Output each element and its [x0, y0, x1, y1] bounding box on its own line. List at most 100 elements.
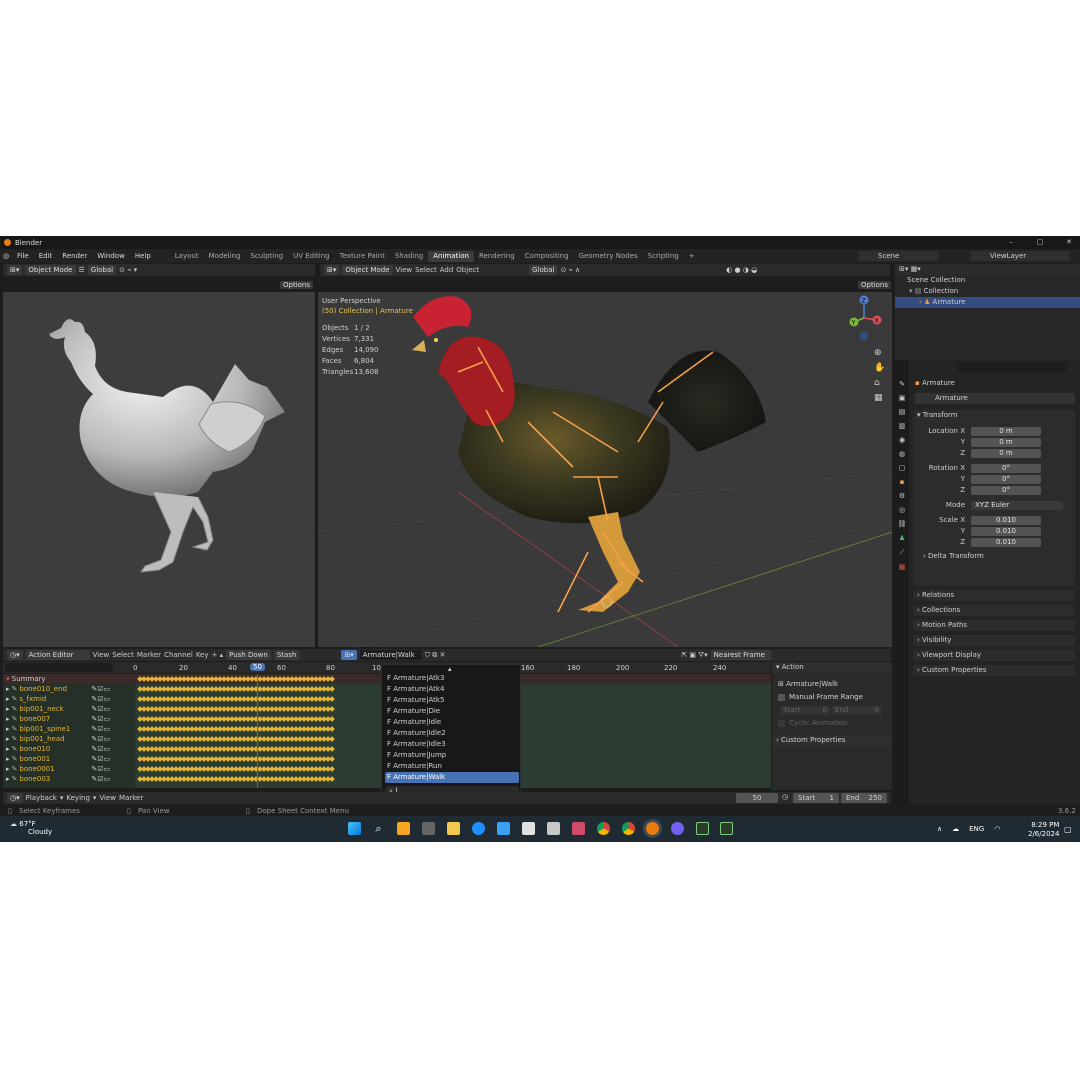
data-tab-icon[interactable]: ♟ [899, 534, 905, 542]
app3-icon[interactable] [696, 822, 709, 835]
keyframe-row[interactable] [137, 744, 338, 754]
network-icon[interactable]: ◠ [994, 825, 1000, 833]
weather-widget[interactable]: ☁ 67°F Cloudy [10, 820, 52, 836]
start-frame-field[interactable]: Start 1 [793, 793, 839, 803]
bone-tab-icon[interactable]: ⟋ [900, 548, 905, 557]
action-item-atk5[interactable]: F Armature|Atk5 [385, 695, 519, 706]
clock[interactable]: 8:29 PM 2/6/2024 [1028, 821, 1059, 839]
output-tab-icon[interactable]: ▤ [899, 408, 906, 416]
rotation-z-field[interactable]: 0° [971, 486, 1041, 495]
ae-menu-key[interactable]: Key [196, 651, 209, 659]
channel-row[interactable]: ▸ ✎ bip001_neck ✎☑▭ [3, 704, 135, 714]
proportional-icon[interactable]: ⊙ ⌁ ∧ [560, 266, 580, 274]
action-panel-header[interactable]: ▾ Action [772, 662, 892, 673]
left-viewport[interactable] [3, 292, 315, 647]
menu-window[interactable]: Window [92, 252, 130, 260]
stash-button[interactable]: Stash [273, 650, 300, 660]
tab-modeling[interactable]: Modeling [204, 251, 246, 262]
left-options-button[interactable]: Options [280, 280, 314, 290]
timeline-marker-menu[interactable]: Marker [119, 794, 143, 802]
channel-row[interactable]: ▸ ✎ bone010 ✎☑▭ [3, 744, 135, 754]
action-item-run[interactable]: F Armature|Run [385, 761, 519, 772]
navigation-gizmo[interactable]: Z X Y [842, 294, 888, 344]
windows-start-icon[interactable] [348, 822, 361, 835]
menu-view[interactable]: View [396, 266, 413, 274]
keyframe-row[interactable] [137, 694, 338, 704]
app2-icon[interactable] [572, 822, 585, 835]
properties-search-input[interactable] [957, 362, 1067, 372]
timeline-editor-type-button[interactable]: ◷▾ [7, 793, 23, 803]
ae-menu-select[interactable]: Select [112, 651, 134, 659]
location-y-field[interactable]: 0 m [971, 438, 1041, 447]
stopwatch-icon[interactable]: ◷ [782, 793, 788, 801]
pan-hand-icon[interactable]: ✋ [874, 363, 885, 373]
language-indicator[interactable]: ENG [969, 825, 984, 833]
outliner-scene-collection[interactable]: Scene Collection [895, 275, 1080, 286]
notification-icon[interactable]: ▢ [1064, 825, 1072, 834]
outliner-filter-icon[interactable]: ⊞▾ ▦▾ [899, 264, 921, 275]
menu-file[interactable]: File [12, 252, 34, 260]
tab-scripting[interactable]: Scripting [643, 251, 684, 262]
panel-visibility[interactable]: › Visibility [913, 635, 1075, 646]
menu-select[interactable]: Select [415, 266, 437, 274]
current-frame-field[interactable]: 50 [736, 793, 778, 803]
texture-tab-icon[interactable]: ▦ [899, 563, 906, 571]
main-orientation-dropdown[interactable]: Global [529, 265, 558, 275]
channel-row[interactable]: ▸ ✎ s_fxmid ✎☑▭ [3, 694, 135, 704]
left-orientation-dropdown[interactable]: Global [87, 265, 117, 275]
panel-custom-properties[interactable]: › Custom Properties [913, 665, 1075, 676]
delta-transform-subpanel[interactable]: › Delta Transform [913, 551, 1075, 562]
action-item-idle3[interactable]: F Armature|Idle3 [385, 739, 519, 750]
widgets-icon[interactable] [397, 822, 410, 835]
physics-tab-icon[interactable]: ◎ [899, 506, 905, 514]
keying-menu[interactable]: Keying [66, 794, 90, 802]
edge-icon[interactable] [472, 822, 485, 835]
tab-animation[interactable]: Animation [428, 250, 474, 262]
app-icon[interactable] [547, 822, 560, 835]
action-item-jump[interactable]: F Armature|Jump [385, 750, 519, 761]
keyframe-row[interactable] [137, 684, 338, 694]
cyclic-animation-checkbox[interactable]: Cyclic Animation [772, 718, 892, 729]
tab-sculpting[interactable]: Sculpting [245, 251, 288, 262]
keyframe-row[interactable] [137, 764, 338, 774]
add-workspace-button[interactable]: + [684, 251, 700, 262]
minimize-button[interactable]: – [1002, 236, 1020, 249]
keyframe-row[interactable] [137, 724, 338, 734]
channel-search-input[interactable] [5, 663, 113, 672]
store-icon[interactable] [522, 822, 535, 835]
maximize-button[interactable]: ▢ [1031, 236, 1049, 249]
viber-icon[interactable] [671, 822, 684, 835]
action-editor-mode-dropdown[interactable]: Action Editor [25, 650, 90, 660]
object-name-field[interactable]: Armature [915, 393, 1075, 404]
ae-menu-channel[interactable]: Channel [164, 651, 193, 659]
editor-type-button[interactable]: ⊞▾ [7, 265, 23, 275]
zoom-icon[interactable]: ⊕ [874, 348, 885, 358]
camera-icon[interactable]: ⌂ [874, 378, 885, 388]
tab-layout[interactable]: Layout [170, 251, 204, 262]
scene-selector[interactable]: Scene [858, 251, 938, 261]
tab-rendering[interactable]: Rendering [474, 251, 520, 262]
keyframe-row[interactable] [137, 714, 338, 724]
range-start-field[interactable]: Start 0 [780, 706, 830, 715]
push-down-button[interactable]: Push Down [226, 650, 271, 660]
scale-x-field[interactable]: 0.010 [971, 516, 1041, 525]
menu-help[interactable]: Help [130, 252, 156, 260]
chrome-icon[interactable] [597, 822, 610, 835]
menu-icon[interactable]: ☰ [79, 266, 85, 274]
channel-row[interactable]: ▸ ✎ bone001 ✎☑▭ [3, 754, 135, 764]
action-item-idle2[interactable]: F Armature|Idle2 [385, 728, 519, 739]
grid-view-icon[interactable]: ▦ [874, 393, 885, 403]
manual-frame-range-checkbox[interactable]: Manual Frame Range [772, 692, 892, 703]
layer-arrows-icon[interactable]: + ▴ [212, 651, 224, 659]
blender-menu-icon[interactable]: ◎ [0, 252, 12, 260]
menu-edit[interactable]: Edit [34, 252, 58, 260]
main-options-button[interactable]: Options [858, 280, 892, 290]
transform-header[interactable]: ▾ Transform [913, 410, 1075, 421]
menu-object[interactable]: Object [456, 266, 479, 274]
tab-geometry-nodes[interactable]: Geometry Nodes [574, 251, 643, 262]
keyframe-row[interactable] [137, 674, 338, 684]
action-item-walk[interactable]: F Armature|Walk [385, 772, 519, 783]
keyframe-row[interactable] [137, 704, 338, 714]
channel-row[interactable]: ▸ ✎ bip001_spine1 ✎☑▭ [3, 724, 135, 734]
snap-icon[interactable]: ⊙ ⌁ ▾ [119, 266, 137, 274]
